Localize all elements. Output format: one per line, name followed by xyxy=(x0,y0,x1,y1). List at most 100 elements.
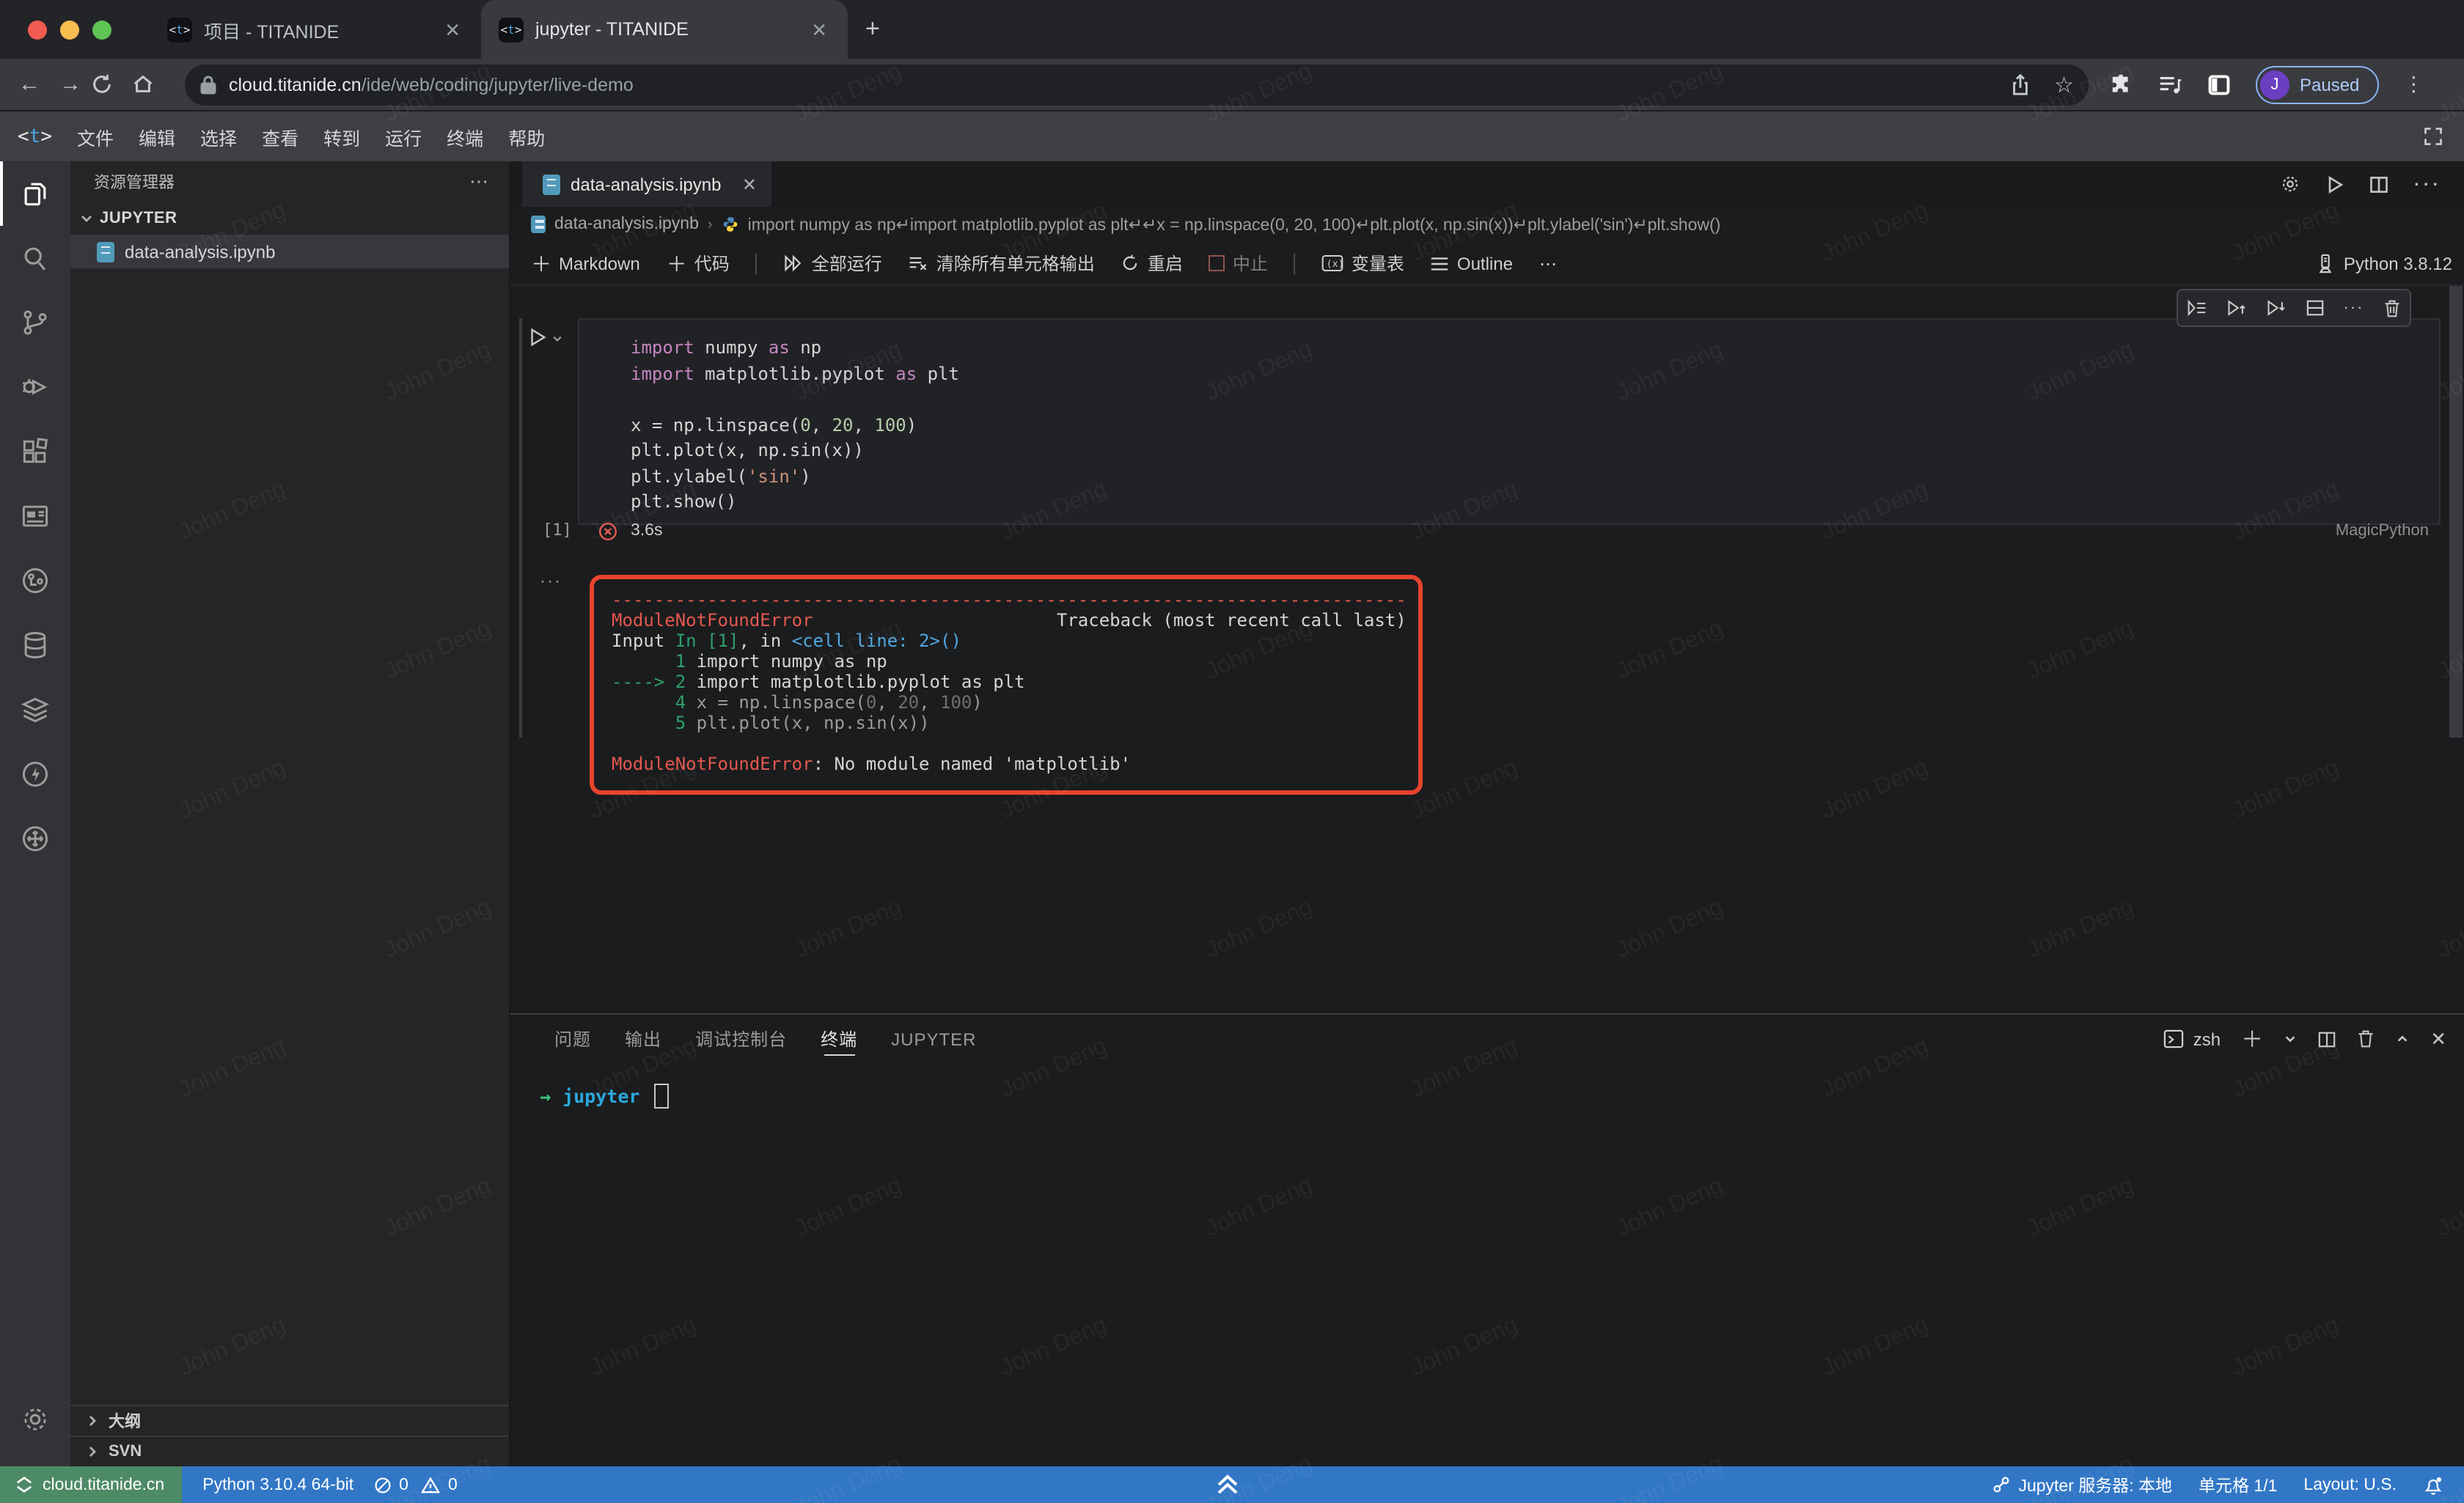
more-actions-icon[interactable]: ··· xyxy=(2413,171,2441,197)
bookmark-star-icon[interactable]: ☆ xyxy=(2054,71,2074,98)
breadcrumb-code[interactable]: import numpy as np↵import matplotlib.pyp… xyxy=(748,214,1721,235)
terminal-dropdown-chevron-icon[interactable] xyxy=(2284,1032,2297,1046)
search-icon[interactable] xyxy=(0,226,70,290)
split-editor-icon[interactable] xyxy=(2369,174,2389,194)
git-graph-icon[interactable] xyxy=(0,548,70,613)
panel-tab-terminal[interactable]: 终端 xyxy=(821,1015,857,1063)
maximize-panel-chevron-icon[interactable] xyxy=(2395,1032,2410,1046)
close-panel-icon[interactable]: ✕ xyxy=(2430,1027,2446,1051)
interrupt-button[interactable]: 中止 xyxy=(1209,251,1268,276)
playlist-icon[interactable] xyxy=(2157,73,2182,96)
tab-close-icon[interactable]: ✕ xyxy=(742,174,757,194)
run-cell-button[interactable] xyxy=(528,327,563,348)
notebook-settings-gear-icon[interactable] xyxy=(2279,173,2301,195)
settings-gear-icon[interactable] xyxy=(0,1387,70,1452)
variables-button[interactable]: (x) 变量表 xyxy=(1322,251,1404,276)
output-actions-icon[interactable]: ··· xyxy=(540,570,562,591)
cell-position-item[interactable]: 单元格 1/1 xyxy=(2199,1473,2277,1496)
split-cell-icon[interactable] xyxy=(2306,299,2325,317)
run-above-icon[interactable] xyxy=(2226,299,2247,317)
panel-tab-output[interactable]: 输出 xyxy=(625,1015,661,1063)
browser-tab-strip: <t> 项目 - TITANIDE ✕ <t> jupyter - TITANI… xyxy=(0,0,2464,59)
address-bar[interactable]: cloud.titanide.cn/ide/web/coding/jupyter… xyxy=(185,64,2089,105)
browser-tab-jupyter[interactable]: <t> jupyter - TITANIDE ✕ xyxy=(481,0,848,59)
execute-below-icon[interactable] xyxy=(2188,299,2208,317)
cell-more-icon[interactable]: ··· xyxy=(2343,299,2364,317)
add-code-button[interactable]: ＋代码 xyxy=(667,249,730,278)
layers-icon[interactable] xyxy=(0,677,70,742)
window-minimize-button[interactable] xyxy=(60,20,79,39)
menu-selection[interactable]: 选择 xyxy=(200,122,237,150)
cell-code[interactable]: import numpy as npimport matplotlib.pypl… xyxy=(631,336,2439,515)
breadcrumb-file[interactable]: data-analysis.ipynb xyxy=(554,216,699,233)
extensions-icon[interactable] xyxy=(0,419,70,484)
delete-cell-trash-icon[interactable] xyxy=(2383,298,2400,317)
sidebar-section-jupyter[interactable]: JUPYTER xyxy=(70,201,509,235)
window-close-button[interactable] xyxy=(28,20,47,39)
profile-paused-button[interactable]: J Paused xyxy=(2256,65,2378,103)
new-terminal-icon[interactable]: ＋ xyxy=(2241,1024,2263,1054)
router-arrows-icon[interactable] xyxy=(0,806,70,871)
menu-view[interactable]: 查看 xyxy=(262,122,298,150)
browser-toolbar: ← → cloud.titanide.cn/ide/web/coding/jup… xyxy=(0,59,2464,111)
database-icon[interactable] xyxy=(0,613,70,677)
run-below-icon[interactable] xyxy=(2266,299,2287,317)
browser-tab-project[interactable]: <t> 项目 - TITANIDE ✕ xyxy=(150,0,481,59)
notifications-bell-icon[interactable] xyxy=(2423,1474,2443,1495)
menu-help[interactable]: 帮助 xyxy=(508,122,545,150)
menu-edit[interactable]: 编辑 xyxy=(139,122,175,150)
panel-tab-jupyter[interactable]: JUPYTER xyxy=(891,1015,976,1063)
lightning-icon[interactable] xyxy=(0,742,70,806)
editor-tab-notebook[interactable]: data-analysis.ipynb ✕ xyxy=(522,161,771,207)
file-item-notebook[interactable]: data-analysis.ipynb xyxy=(70,235,509,268)
extensions-puzzle-icon[interactable] xyxy=(2109,73,2133,96)
outline-button[interactable]: Outline xyxy=(1431,253,1513,273)
sidebar-section-svn[interactable]: SVN xyxy=(70,1436,509,1466)
new-tab-button[interactable]: + xyxy=(865,15,880,44)
sidebar-section-outline[interactable]: 大纲 xyxy=(70,1405,509,1436)
home-icon[interactable] xyxy=(132,73,173,95)
tab-close-icon[interactable]: ✕ xyxy=(441,17,463,42)
terminal-content[interactable]: → jupyter xyxy=(540,1084,2464,1109)
editor-tab-label: data-analysis.ipynb xyxy=(571,174,721,194)
split-terminal-icon[interactable] xyxy=(2317,1030,2336,1048)
python-interpreter-item[interactable]: Python 3.10.4 64-bit xyxy=(202,1476,353,1493)
explorer-actions-icon[interactable]: ⋯ xyxy=(469,169,488,193)
jupyter-server-item[interactable]: Jupyter 服务器: 本地 xyxy=(1992,1473,2172,1496)
terminal-shell-picker[interactable]: zsh xyxy=(2164,1029,2221,1049)
menu-goto[interactable]: 转到 xyxy=(323,122,360,150)
browser-menu-icon[interactable]: ⋮ xyxy=(2403,72,2425,97)
sidebar-toggle-icon[interactable] xyxy=(2207,73,2231,96)
keyboard-layout-item[interactable]: Layout: U.S. xyxy=(2303,1476,2397,1493)
back-icon[interactable]: ← xyxy=(9,72,50,97)
fullscreen-icon[interactable] xyxy=(2423,126,2443,147)
toolbar-more-icon[interactable]: ⋯ xyxy=(1539,253,1557,273)
window-zoom-button[interactable] xyxy=(92,20,111,39)
run-notebook-icon[interactable] xyxy=(2325,174,2345,194)
cell-language-mode[interactable]: MagicPython xyxy=(2336,522,2429,540)
remote-indicator[interactable]: cloud.titanide.cn xyxy=(0,1466,182,1503)
kernel-picker[interactable]: Python 3.8.12 xyxy=(2316,253,2452,273)
menu-file[interactable]: 文件 xyxy=(77,122,114,150)
show-panel-chevrons-icon[interactable] xyxy=(1211,1469,1244,1499)
kill-terminal-trash-icon[interactable] xyxy=(2357,1029,2375,1048)
menu-run[interactable]: 运行 xyxy=(385,122,422,150)
source-control-icon[interactable] xyxy=(0,290,70,355)
explorer-icon[interactable] xyxy=(0,161,70,226)
forward-icon[interactable]: → xyxy=(50,72,91,97)
reload-icon[interactable] xyxy=(91,73,132,95)
editor-scrollbar[interactable] xyxy=(2449,286,2463,738)
run-debug-icon[interactable] xyxy=(0,355,70,419)
menu-terminal[interactable]: 终端 xyxy=(447,122,483,150)
code-cell[interactable]: import numpy as npimport matplotlib.pypl… xyxy=(578,318,2441,525)
problems-item[interactable]: 0 0 xyxy=(374,1476,458,1493)
tab-close-icon[interactable]: ✕ xyxy=(808,17,830,42)
share-icon[interactable] xyxy=(2009,73,2031,96)
restart-button[interactable]: 重启 xyxy=(1121,251,1183,276)
preview-icon[interactable] xyxy=(0,484,70,548)
add-markdown-button[interactable]: ＋Markdown xyxy=(531,249,640,278)
panel-tab-problems[interactable]: 问题 xyxy=(554,1015,591,1063)
panel-tab-debug-console[interactable]: 调试控制台 xyxy=(695,1015,787,1063)
run-all-button[interactable]: 全部运行 xyxy=(784,251,882,276)
clear-outputs-button[interactable]: 清除所有单元格输出 xyxy=(909,251,1095,276)
